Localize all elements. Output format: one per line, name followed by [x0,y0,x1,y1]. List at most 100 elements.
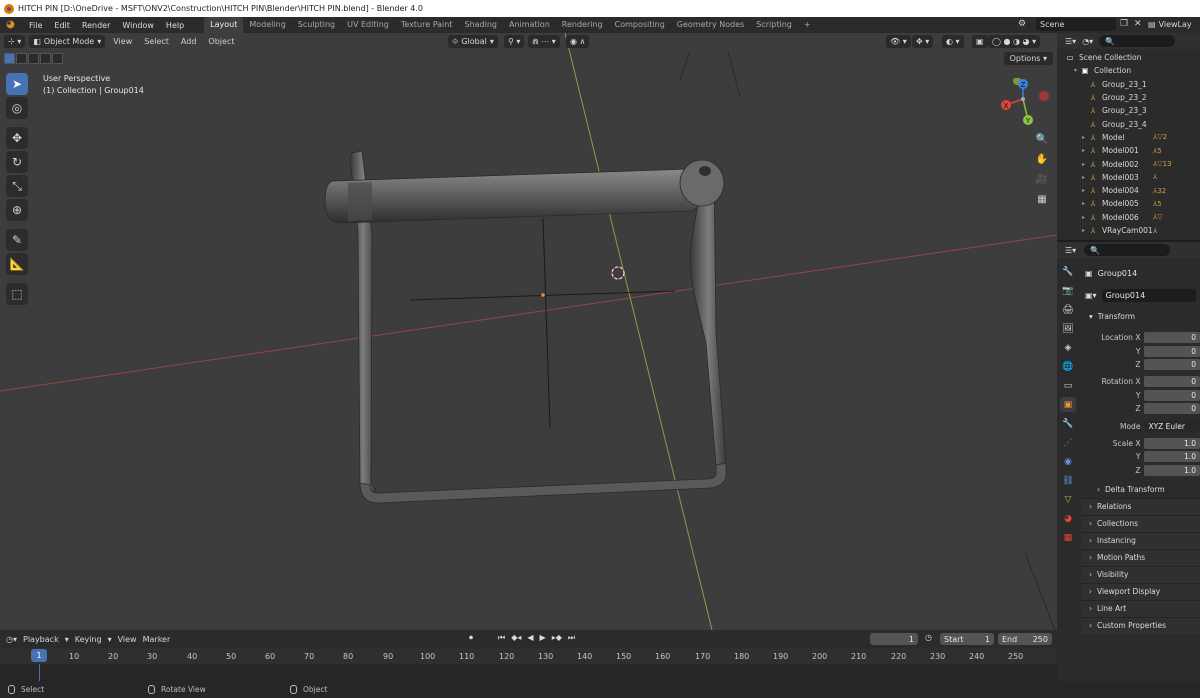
object-tab-icon[interactable]: ▣ [1060,397,1076,412]
display-mode-icon[interactable]: ◔▾ [1082,37,1093,46]
add-cube-tool[interactable]: ⬚ [6,283,28,305]
tab-rendering[interactable]: Rendering [556,17,609,33]
cursor-tool[interactable]: ◎ [6,97,28,119]
outliner-item[interactable]: ▸ ⅄ VRayCam001 ⅄ [1057,224,1200,237]
viewport-menu-view[interactable]: View [109,37,136,46]
tab-texture-paint[interactable]: Texture Paint [395,17,459,33]
tab-scripting[interactable]: Scripting [750,17,798,33]
line-art-panel[interactable]: › Line Art [1081,599,1200,617]
tab-uv-editing[interactable]: UV Editing [341,17,395,33]
outliner-item[interactable]: ▸ ⅄ Model005 ⅄5 [1057,197,1200,210]
expand-arrow-icon[interactable]: ▸ [1079,134,1088,141]
visibility-panel[interactable]: › Visibility [1081,565,1200,583]
transform-tool[interactable]: ⊕ [6,199,28,221]
timeline-menu-playback[interactable]: Playback [23,635,59,644]
move-tool[interactable]: ✥ [6,127,28,149]
scale-x-field[interactable]: 1.0 [1144,437,1200,449]
timeline-menu-keying[interactable]: Keying [75,635,102,644]
outliner-scene-collection[interactable]: ▭ Scene Collection [1057,51,1200,64]
play-icon[interactable]: ▶ [540,633,546,643]
expand-arrow-icon[interactable]: ▸ [1079,214,1088,221]
shading-mode-buttons[interactable]: ◯ ● ◑ ◕ ▾ [988,35,1041,48]
delete-scene-icon[interactable]: ✕ [1134,19,1142,29]
menu-help[interactable]: Help [160,21,190,30]
delta-transform-panel[interactable]: › Delta Transform [1081,481,1200,498]
select-extend-button[interactable] [16,53,27,64]
world-tab-icon[interactable]: 🌐 [1060,359,1076,374]
data-tab-icon[interactable]: ▽ [1060,492,1076,507]
preview-range-icon[interactable]: ◷ [925,633,932,642]
outliner-item[interactable]: ⅄ Group_23_3 [1057,104,1200,117]
viewport-menu-add[interactable]: Add [177,37,201,46]
scene-icon[interactable]: ⚙ [1018,19,1026,29]
tab-sculpting[interactable]: Sculpting [292,17,341,33]
menu-edit[interactable]: Edit [48,21,76,30]
modifiers-tab-icon[interactable]: 🔧 [1060,416,1076,431]
measure-tool[interactable]: 📐 [6,253,28,275]
object-name-field[interactable]: Group014 [1101,288,1196,302]
instancing-panel[interactable]: › Instancing [1081,531,1200,549]
outliner-item[interactable]: ⅄ Group_23_2 [1057,91,1200,104]
outliner-item[interactable]: ⅄ Group_23_4 [1057,117,1200,130]
prev-keyframe-icon[interactable]: ◆◂ [511,633,521,643]
expand-arrow-icon[interactable]: ▸ [1079,147,1088,154]
outliner-item[interactable]: ▸ ⅄ Model004 ⅄32 [1057,184,1200,197]
play-reverse-icon[interactable]: ◀ [527,633,533,643]
expand-arrow-icon[interactable]: ▸ [1079,161,1088,168]
select-invert-button[interactable] [40,53,51,64]
outliner-collection[interactable]: ▾ ▣ Collection [1057,64,1200,77]
motion-paths-panel[interactable]: › Motion Paths [1081,548,1200,566]
expand-arrow-icon[interactable]: ▸ [1079,227,1088,234]
outliner-item[interactable]: ▸ ⅄ Model ⅄▽2 [1057,131,1200,144]
outliner-editor-icon[interactable]: ☰▾ [1065,37,1076,46]
record-button[interactable]: ⏺ [469,633,473,643]
timeline-editor-icon[interactable]: ◷▾ [6,635,17,644]
collection-tab-icon[interactable]: ▭ [1060,378,1076,393]
physics-tab-icon[interactable]: ◉ [1060,454,1076,469]
scene-tab-icon[interactable]: ◈ [1060,340,1076,355]
scene-selector[interactable]: Scene [1036,18,1116,31]
tab-compositing[interactable]: Compositing [609,17,671,33]
snap-button[interactable]: ⋒ ⋯ ▾ [528,35,560,48]
tab-layout[interactable]: Layout [204,17,244,33]
menu-file[interactable]: File [23,21,48,30]
outliner-item[interactable]: ▸ ⅄ Model003 ⅄ [1057,171,1200,184]
constraints-tab-icon[interactable]: ⛓ [1060,473,1076,488]
editor-type-button[interactable]: ⊹ ▾ [4,35,26,48]
timeline-ruler[interactable]: 1 10 20 30 40 50 60 70 80 90 100 110 120… [0,648,1057,664]
jump-start-icon[interactable]: ⏮ [498,633,505,643]
render-tab-icon[interactable]: 📷 [1060,283,1076,298]
outliner-item[interactable]: ▸ ⅄ Model002 ⅄▽13 [1057,157,1200,170]
location-z-field[interactable]: 0 [1144,358,1200,370]
outliner-search-input[interactable]: 🔍 [1099,35,1176,47]
relations-panel[interactable]: › Relations [1081,497,1200,515]
properties-search-input[interactable]: 🔍 [1084,244,1171,256]
add-workspace-button[interactable]: + [798,17,817,33]
rotation-mode-dropdown[interactable]: XYZ Euler [1144,420,1200,432]
start-frame-field[interactable]: Start 1 [940,633,994,645]
expand-arrow-icon[interactable]: ▸ [1079,174,1088,181]
rotation-x-field[interactable]: 0 [1144,376,1200,388]
annotate-tool[interactable]: ✎ [6,229,28,251]
select-new-button[interactable] [4,53,15,64]
timeline-menu-view[interactable]: View [118,635,137,644]
orientation-dropdown[interactable]: ⟐ Global ▾ [448,35,498,48]
expand-arrow-icon[interactable]: ▸ [1079,187,1088,194]
viewport-menu-object[interactable]: Object [204,37,238,46]
tab-modeling[interactable]: Modeling [243,17,291,33]
rotation-y-field[interactable]: 0 [1144,389,1200,401]
select-intersect-button[interactable] [52,53,63,64]
new-scene-icon[interactable]: ❐ [1120,19,1128,29]
tab-shading[interactable]: Shading [458,17,503,33]
object-datablock-icon[interactable]: ▣▾ [1085,291,1097,300]
tab-geometry-nodes[interactable]: Geometry Nodes [671,17,750,33]
material-tab-icon[interactable]: ◕ [1060,511,1076,526]
menu-render[interactable]: Render [76,21,116,30]
particles-tab-icon[interactable]: ⋰ [1060,435,1076,450]
expand-arrow-icon[interactable]: ▸ [1079,200,1088,207]
overlays-button[interactable]: ◐ ▾ [942,35,964,48]
outliner-item[interactable]: ▸ ⅄ Model006 ⅄▽ [1057,211,1200,224]
texture-tab-icon[interactable]: ▦ [1060,530,1076,545]
current-frame-field[interactable]: 1 [870,633,918,645]
visibility-button[interactable]: 👁 ▾ [886,35,911,48]
